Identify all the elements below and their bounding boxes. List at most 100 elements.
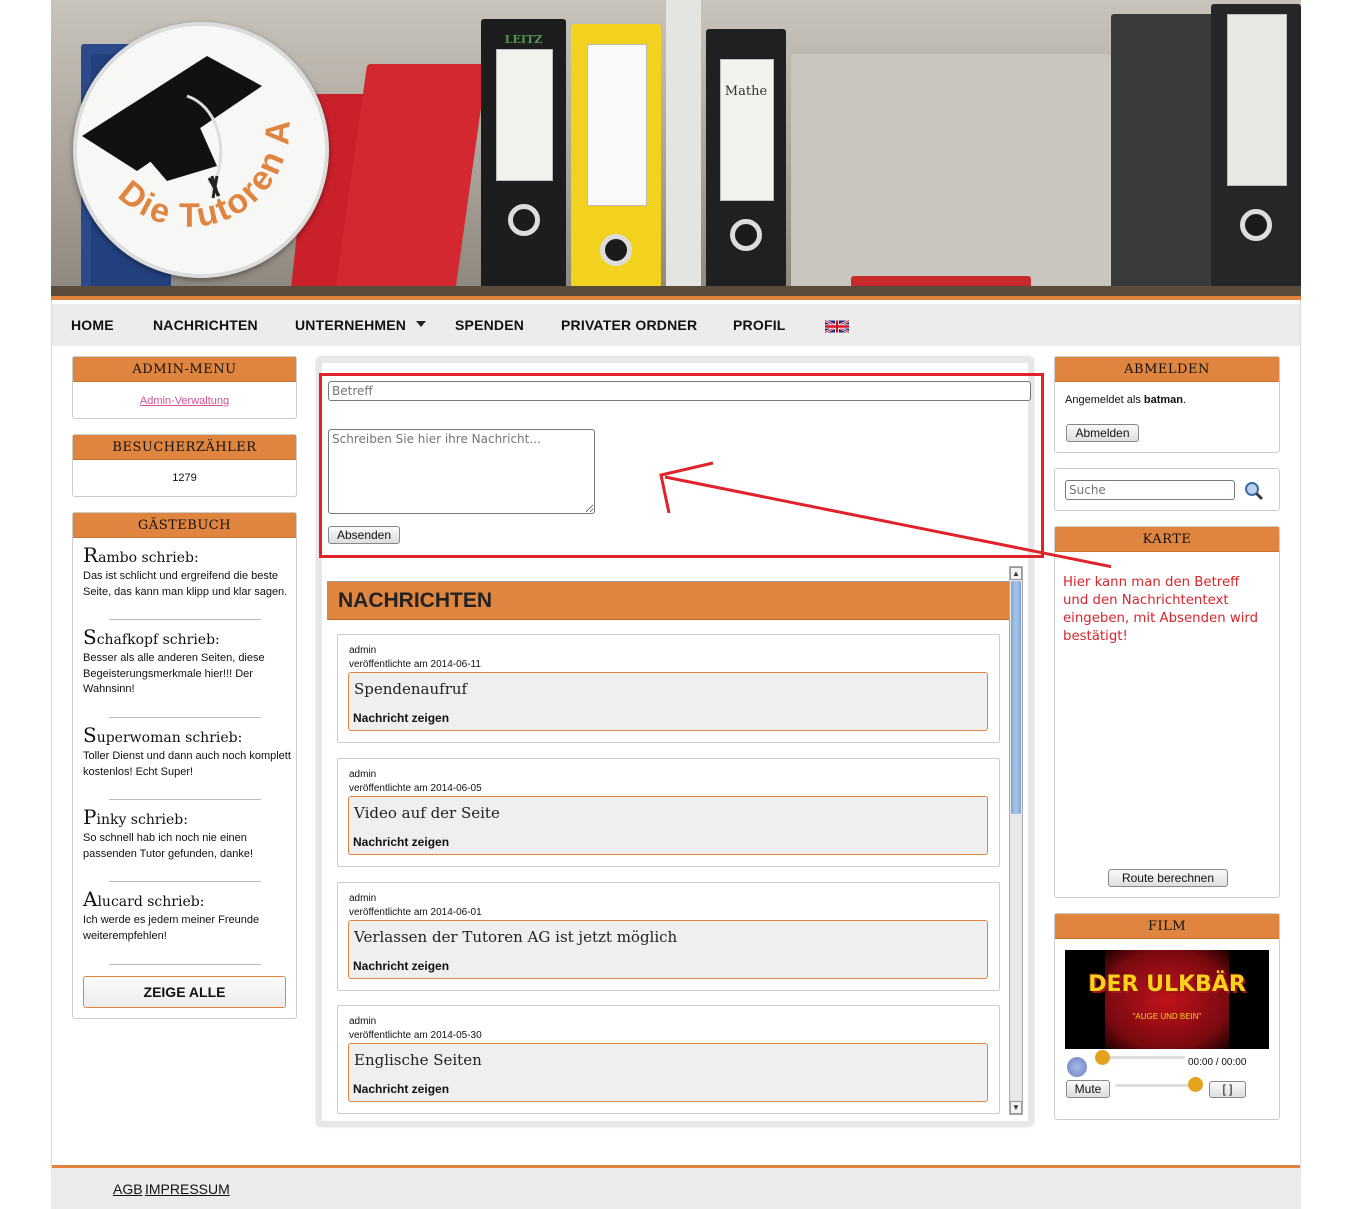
video-subtitle: "AUGE UND BEIN": [1132, 1012, 1202, 1021]
nav-home[interactable]: HOME: [71, 317, 114, 333]
guestbook-initial: R: [83, 543, 99, 567]
news-scrollbar[interactable]: ▲ ▼: [1009, 566, 1023, 1115]
route-button[interactable]: Route berechnen: [1108, 869, 1228, 887]
fullscreen-button[interactable]: [ ]: [1209, 1081, 1246, 1098]
divider: [109, 799, 261, 800]
divider: [109, 619, 261, 620]
guestbook-text: Ich werde es jedem meiner Freunde weiter…: [83, 914, 260, 942]
logged-in-prefix: Angemeldet als: [1065, 394, 1141, 406]
news-card: admin veröffentlichte am 2014-06-01 Verl…: [337, 882, 1000, 991]
shelf: [51, 286, 1301, 296]
footer-link-agb[interactable]: AGB: [113, 1181, 143, 1197]
binder-image: [666, 0, 701, 294]
admin-verwaltung-link[interactable]: Admin-Verwaltung: [140, 395, 229, 407]
header-banner: LEITZ Mathe Die Tutoren A: [51, 0, 1301, 300]
chevron-down-icon[interactable]: [416, 321, 426, 327]
volume-track[interactable]: [1115, 1084, 1195, 1087]
guestbook-initial: A: [83, 887, 98, 911]
progress-track[interactable]: [1101, 1056, 1185, 1059]
mute-button[interactable]: Mute: [1066, 1080, 1110, 1098]
nav-nachrichten[interactable]: NACHRICHTEN: [153, 317, 258, 333]
binder-image: [1111, 14, 1221, 294]
logout-button[interactable]: Abmelden: [1066, 424, 1139, 442]
nav-profil[interactable]: PROFIL: [733, 317, 786, 333]
film-box: FILM DER ULKBÄR "AUGE UND BEIN" 00:00 / …: [1054, 913, 1280, 1120]
logout-title: ABMELDEN: [1055, 357, 1279, 382]
admin-menu-box: ADMIN-MENU Admin-Verwaltung: [72, 356, 297, 419]
progress-handle[interactable]: [1095, 1050, 1110, 1065]
news-card-body: Verlassen der Tutoren AG ist jetzt mögli…: [348, 920, 988, 979]
video-title: DER ULKBÄR: [1088, 972, 1246, 997]
guestbook-author: uperwoman schrieb:: [96, 730, 243, 746]
guestbook-entry: Schafkopf schrieb: Besser als alle ander…: [83, 625, 293, 698]
nav-unternehmen[interactable]: UNTERNEHMEN: [295, 317, 406, 333]
page-wrapper: LEITZ Mathe Die Tutoren A HOME NACHRICHT…: [51, 0, 1301, 1209]
scrollbar-thumb[interactable]: [1011, 581, 1021, 814]
admin-menu-title: ADMIN-MENU: [73, 357, 296, 382]
film-title: FILM: [1055, 914, 1279, 939]
footer: AGB IMPRESSUM: [51, 1165, 1301, 1209]
news-title: NACHRICHTEN: [338, 589, 492, 612]
guestbook-text: Besser als alle anderen Seiten, diese Be…: [83, 652, 265, 695]
show-news-link[interactable]: Nachricht zeigen: [353, 835, 449, 849]
logged-in-suffix: .: [1183, 394, 1187, 406]
page-border-right: [1300, 300, 1301, 1170]
show-all-button[interactable]: ZEIGE ALLE: [83, 976, 286, 1008]
nav-spenden[interactable]: SPENDEN: [455, 317, 524, 333]
news-card: admin veröffentlichte am 2014-05-30 Engl…: [337, 1005, 1000, 1114]
guestbook-entry: Rambo schrieb: Das ist schlicht und ergr…: [83, 543, 293, 600]
search-icon[interactable]: [1244, 481, 1264, 501]
binder-label: LEITZ: [504, 33, 543, 46]
show-news-link[interactable]: Nachricht zeigen: [353, 711, 449, 725]
guestbook-author: inky schrieb:: [96, 812, 188, 828]
uk-flag-icon[interactable]: [825, 320, 849, 333]
binder-image: [571, 24, 661, 294]
main-nav: HOME NACHRICHTEN UNTERNEHMEN SPENDEN PRI…: [51, 304, 1301, 346]
visitor-count: 1279: [172, 472, 197, 484]
volume-handle[interactable]: [1188, 1077, 1203, 1092]
guestbook-text: So schnell hab ich noch nie einen passen…: [83, 832, 254, 860]
guestbook-text: Das ist schlicht und ergreifend die best…: [83, 570, 288, 598]
logged-in-text: Angemeldet als batman.: [1065, 394, 1186, 406]
guestbook-author: ambo schrieb:: [98, 550, 199, 566]
nav-privater-ordner[interactable]: PRIVATER ORDNER: [561, 317, 697, 333]
logo-text-arc: Die Tutoren AG: [77, 26, 298, 235]
news-date: veröffentlichte am 2014-05-30: [349, 1030, 482, 1041]
news-date: veröffentlichte am 2014-06-01: [349, 907, 482, 918]
submit-button[interactable]: Absenden: [328, 526, 400, 544]
binder-image: [1211, 4, 1301, 294]
guestbook-entry: Alucard schrieb: Ich werde es jedem mein…: [83, 887, 293, 944]
news-header: NACHRICHTEN: [327, 581, 1009, 620]
news-card-body: Englische Seiten Nachricht zeigen: [348, 1043, 988, 1102]
divider: [109, 881, 261, 882]
show-news-link[interactable]: Nachricht zeigen: [353, 1082, 449, 1096]
guestbook-initial: S: [83, 625, 97, 649]
page-border-left: [51, 300, 52, 1170]
play-icon[interactable]: [1067, 1057, 1087, 1077]
guestbook-entry: Superwoman schrieb: Toller Dienst und da…: [83, 723, 293, 780]
subject-input[interactable]: [328, 381, 1031, 401]
binder-image: LEITZ: [481, 19, 566, 294]
divider: [109, 717, 261, 718]
news-item-title: Verlassen der Tutoren AG ist jetzt mögli…: [354, 928, 678, 946]
news-card: admin veröffentlichte am 2014-06-05 Vide…: [337, 758, 1000, 867]
username: batman: [1143, 394, 1184, 406]
message-textarea[interactable]: [328, 429, 595, 514]
guestbook-initial: S: [83, 723, 97, 747]
show-news-link[interactable]: Nachricht zeigen: [353, 959, 449, 973]
news-item-title: Spendenaufruf: [354, 680, 468, 698]
annotation-arrow-icon: [659, 461, 1111, 569]
news-author: admin: [349, 1016, 377, 1027]
visitor-counter-box: BESUCHERZÄHLER 1279: [72, 434, 297, 497]
scroll-down-icon[interactable]: ▼: [1010, 1101, 1022, 1114]
svg-text:Die Tutoren AG: Die Tutoren AG: [77, 26, 298, 235]
news-item-title: Video auf der Seite: [354, 804, 500, 822]
footer-link-impressum[interactable]: IMPRESSUM: [145, 1181, 230, 1197]
video-player[interactable]: DER ULKBÄR "AUGE UND BEIN": [1065, 950, 1269, 1049]
video-time: 00:00 / 00:00: [1188, 1057, 1247, 1068]
news-date: veröffentlichte am 2014-06-05: [349, 783, 482, 794]
binder-label: Mathe: [724, 84, 768, 99]
divider: [109, 964, 261, 965]
binder-image: [791, 54, 1111, 294]
guestbook-initial: P: [83, 805, 97, 829]
